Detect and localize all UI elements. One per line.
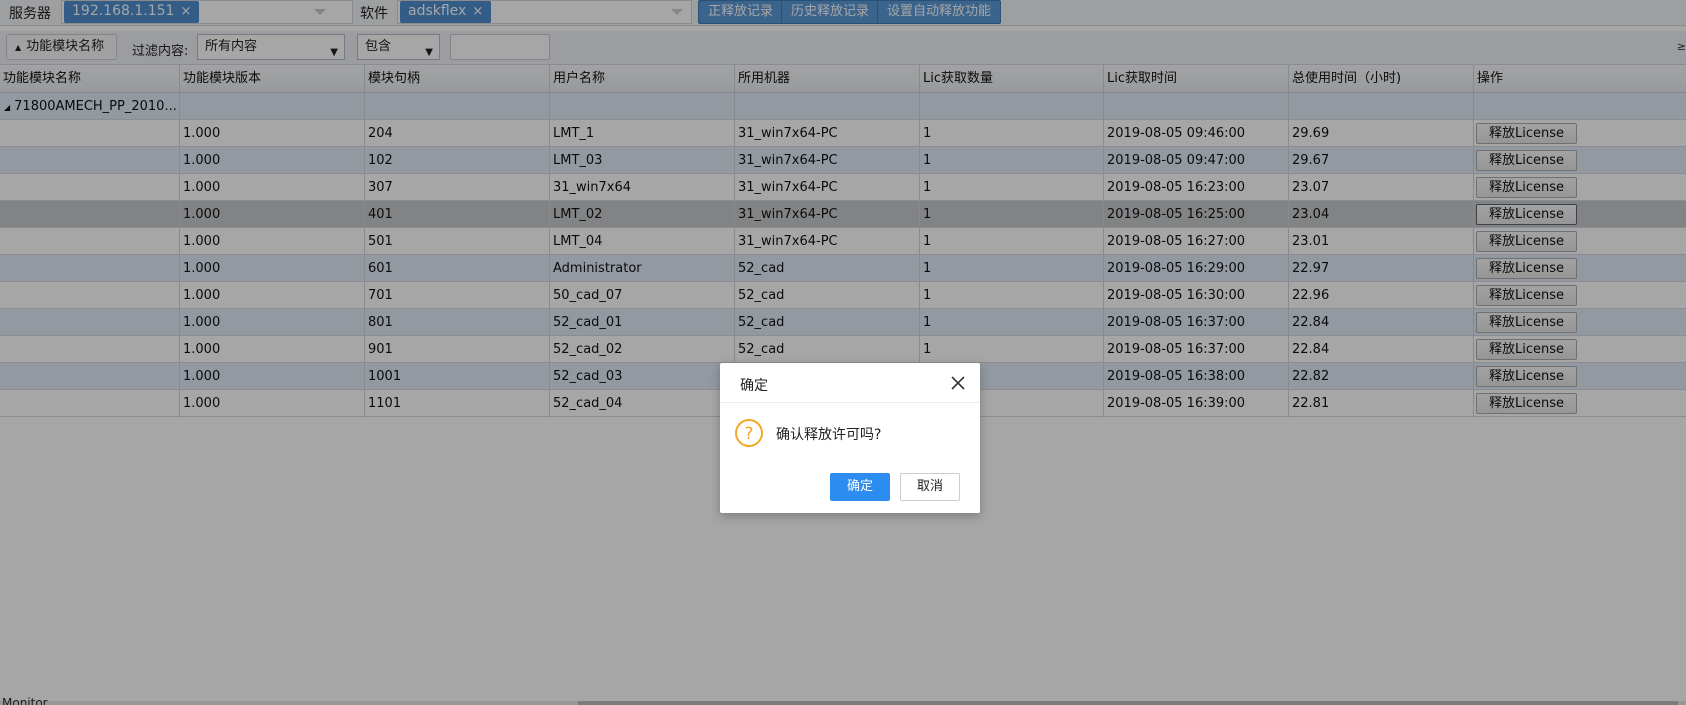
ok-button[interactable]: 确定 xyxy=(830,473,890,501)
dialog-header: 确定 xyxy=(720,363,980,403)
question-icon: ? xyxy=(735,419,763,447)
dialog-title: 确定 xyxy=(740,378,768,394)
close-icon[interactable] xyxy=(950,375,966,391)
dialog-message: 确认释放许可吗? xyxy=(776,427,882,443)
modal-overlay xyxy=(0,0,1686,705)
cancel-button[interactable]: 取消 xyxy=(900,473,960,501)
svg-text:?: ? xyxy=(744,424,753,444)
confirm-dialog: 确定 ? 确认释放许可吗? 确定 取消 xyxy=(720,363,980,513)
